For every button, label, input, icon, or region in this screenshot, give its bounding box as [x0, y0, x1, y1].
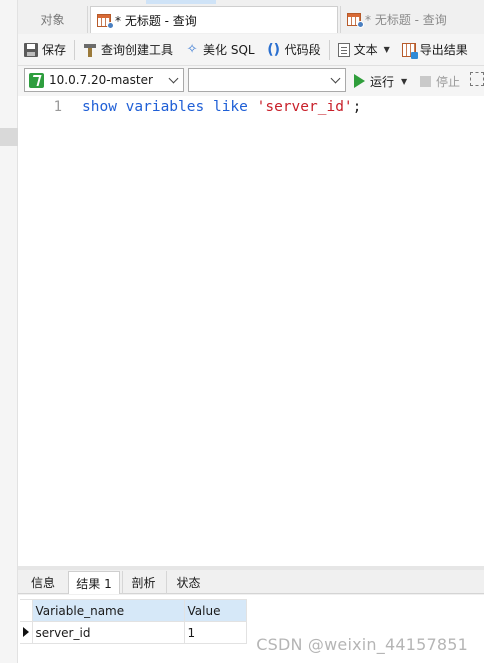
connection-bar: 10.0.7.20-master 运行 ▼ 停止 — [18, 66, 484, 96]
sql-keyword: variables — [125, 99, 205, 115]
chevron-down-icon — [330, 73, 341, 84]
tab-query-inactive-label: * 无标题 - 查询 — [365, 13, 447, 27]
tab-objects[interactable]: 对象 — [18, 6, 88, 33]
tab-result-1[interactable]: 结果 1 — [68, 571, 120, 594]
grid-header-row: Variable_name Value — [20, 599, 247, 622]
line-number-gutter: 1 — [18, 96, 64, 566]
current-row-indicator — [20, 621, 33, 644]
table-row[interactable]: server_id 1 — [20, 621, 247, 644]
tab-objects-label: 对象 — [40, 13, 65, 27]
sql-semicolon: ; — [352, 99, 362, 115]
query-table-icon — [347, 13, 364, 28]
sql-string-literal: 'server_id' — [256, 99, 353, 115]
query-builder-button[interactable]: 查询创建工具 — [77, 37, 179, 63]
play-icon — [354, 74, 365, 88]
save-button[interactable]: 保存 — [18, 37, 72, 63]
tab-status[interactable]: 状态 — [166, 571, 210, 594]
dropdown-caret-icon: ▼ — [401, 76, 408, 86]
run-label: 运行 — [370, 74, 395, 89]
beautify-sql-button[interactable]: ✧ 美化 SQL — [179, 37, 261, 63]
stop-icon — [420, 75, 431, 87]
text-mode-button[interactable]: 文本 ▼ — [332, 37, 396, 63]
text-mode-label: 文本 — [353, 43, 378, 57]
database-select[interactable] — [188, 68, 346, 92]
connection-select[interactable]: 10.0.7.20-master — [24, 68, 184, 92]
watermark: CSDN @weixin_44157851 — [256, 635, 468, 654]
magic-wand-icon: ✧ — [186, 41, 198, 57]
query-toolbar: 保存 查询创建工具 ✧ 美化 SQL () 代码段 文本 ▼ 导出结果 — [18, 34, 484, 66]
run-button[interactable]: 运行 ▼ — [354, 70, 407, 92]
left-panel-edge — [0, 0, 18, 663]
result-tab-bar: 信息 结果 1 剖析 状态 — [18, 570, 484, 594]
parentheses-icon: () — [267, 41, 280, 58]
hammer-icon — [83, 43, 97, 57]
save-icon — [24, 42, 38, 57]
cell-value[interactable]: 1 — [183, 621, 247, 644]
beautify-sql-label: 美化 SQL — [203, 43, 255, 57]
sql-keyword: like — [212, 99, 248, 115]
result-grid: Variable_name Value server_id 1 — [20, 599, 247, 644]
query-table-icon — [97, 13, 114, 29]
toolbar-divider — [74, 39, 76, 60]
tab-profile[interactable]: 剖析 — [122, 571, 164, 594]
cell-variable-name[interactable]: server_id — [31, 621, 185, 644]
sql-keyword: show — [82, 99, 117, 115]
query-builder-label: 查询创建工具 — [101, 43, 174, 57]
code-snippet-button[interactable]: () 代码段 — [261, 37, 327, 63]
connection-select-value: 10.0.7.20-master — [49, 73, 153, 87]
chevron-down-icon — [168, 73, 179, 84]
tab-query-inactive[interactable]: * 无标题 - 查询 — [340, 6, 484, 33]
tab-highlight — [146, 0, 216, 4]
tab-info[interactable]: 信息 — [20, 571, 66, 594]
stop-label: 停止 — [436, 74, 461, 89]
query-window: 对象 * 无标题 - 查询 * 无标题 - 查询 保存 查询创建工具 ✧ 美化 … — [18, 0, 484, 663]
dropdown-caret-icon: ▼ — [383, 45, 390, 54]
export-results-label: 导出结果 — [419, 43, 468, 57]
row-pointer-icon — [23, 626, 29, 637]
export-table-icon — [401, 42, 418, 59]
row-header-corner — [20, 599, 33, 622]
code-snippet-label: 代码段 — [284, 43, 321, 57]
column-header-value[interactable]: Value — [183, 599, 247, 622]
column-header-variable-name[interactable]: Variable_name — [31, 599, 185, 622]
tab-query-active-label: * 无标题 - 查询 — [115, 13, 197, 28]
sql-code-line[interactable]: show variables like 'server_id'; — [82, 99, 361, 115]
export-results-button[interactable]: 导出结果 — [396, 37, 474, 63]
tab-bar: 对象 * 无标题 - 查询 * 无标题 - 查询 — [18, 0, 484, 33]
panel-collapse-handle[interactable] — [0, 128, 18, 146]
mysql-connection-icon — [29, 72, 44, 88]
toolbar-divider — [328, 39, 330, 60]
stop-button[interactable]: 停止 — [420, 70, 460, 92]
explain-icon[interactable] — [470, 72, 484, 86]
line-number: 1 — [53, 99, 62, 115]
sql-editor[interactable]: 1 show variables like 'server_id'; — [18, 96, 484, 566]
document-icon — [337, 42, 350, 57]
save-label: 保存 — [42, 43, 67, 57]
tab-query-active[interactable]: * 无标题 - 查询 — [90, 6, 338, 33]
